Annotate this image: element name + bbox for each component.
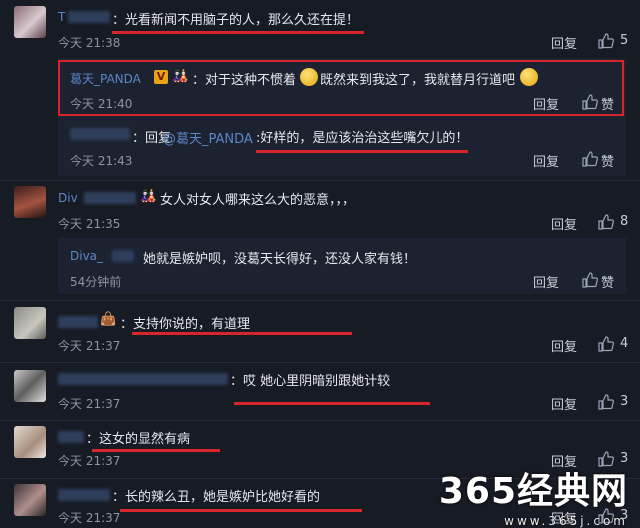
subreply-text: ：对于这种不惯着 [192, 73, 297, 88]
red-underline [256, 150, 468, 153]
like-count: 5 [620, 33, 629, 48]
divider [0, 300, 640, 301]
avatar[interactable] [14, 307, 46, 339]
subreply-time: 今天 21:43 [70, 154, 133, 168]
blurred-username [84, 192, 136, 204]
thumbs-up-icon[interactable] [582, 151, 598, 167]
blurred-username [58, 373, 228, 385]
thumbs-up-icon[interactable] [598, 394, 614, 410]
reply-button[interactable]: 回复 [533, 151, 559, 170]
avatar[interactable] [14, 6, 46, 38]
thumbs-up-icon[interactable] [582, 94, 598, 110]
reply-button[interactable]: 回复 [551, 336, 577, 355]
subreply-username[interactable]: 葛天_PANDA [70, 70, 141, 87]
like-button[interactable]: 赞 [601, 151, 614, 170]
comment-time: 今天 21:35 [58, 217, 121, 231]
reply-button[interactable]: 回复 [551, 394, 577, 413]
username[interactable]: T [58, 10, 65, 24]
like-count: 4 [620, 336, 629, 351]
thumbs-up-icon[interactable] [598, 33, 614, 49]
thumbs-up-icon[interactable] [598, 336, 614, 352]
reply-button[interactable]: 回复 [551, 33, 577, 52]
comment-text: ：光看新闻不用脑子的人，那么久还在提！ [112, 13, 360, 28]
member-badge-icon: 🎎 [140, 189, 157, 204]
divider [0, 362, 640, 363]
reply-button[interactable]: 回复 [551, 214, 577, 233]
avatar[interactable] [14, 426, 46, 458]
watermark: 365经典网 www.365j.com [439, 462, 628, 528]
comment-text: ：长的辣么丑，她是嫉妒比她好看的 [112, 490, 321, 505]
reply-button[interactable]: 回复 [533, 272, 559, 291]
like-count: 3 [620, 394, 629, 409]
comment-text: 女人对女人哪来这么大的恶意，，， [160, 193, 356, 208]
comment-time: 今天 21:38 [58, 36, 121, 50]
subreply-time: 54分钟前 [70, 275, 122, 289]
blurred-username [112, 250, 134, 262]
blurred-username [58, 489, 110, 501]
mention-link[interactable]: @葛天_PANDA [163, 128, 253, 147]
comment-time: 今天 21:37 [58, 511, 121, 525]
red-underline [132, 332, 352, 335]
red-underline [234, 402, 430, 405]
member-badge-icon: 👜 [100, 312, 117, 327]
subreply-text: 她就是嫉妒呗，没葛天长得好，还没人家有钱！ [143, 252, 417, 267]
comment-time: 今天 21:37 [58, 397, 121, 411]
divider [0, 180, 640, 181]
username[interactable]: Div [58, 191, 78, 205]
member-badge-icon: 🎎 [172, 69, 189, 84]
thumbs-up-icon[interactable] [598, 214, 614, 230]
comment-time: 今天 21:37 [58, 339, 121, 353]
avatar[interactable] [14, 186, 46, 218]
verified-badge: V [154, 70, 168, 84]
watermark-title: 365经典网 [438, 471, 628, 512]
comment-text: ：哎 她心里阴暗别跟她计较 [230, 374, 391, 389]
subreply-text: :好样的，是应该治治这些嘴欠儿的！ [256, 131, 469, 146]
thumbs-up-icon[interactable] [582, 272, 598, 288]
comment-time: 今天 21:37 [58, 454, 121, 468]
subreply-time: 今天 21:40 [70, 97, 133, 111]
comment-text: ：支持你说的，有道理 [120, 317, 251, 332]
reply-button[interactable]: 回复 [533, 94, 559, 113]
red-underline [120, 509, 362, 512]
avatar[interactable] [14, 370, 46, 402]
blurred-username [58, 431, 84, 443]
comment-text: ：这女的显然有病 [86, 432, 191, 447]
emoji-face-icon [520, 68, 538, 86]
avatar[interactable] [14, 484, 46, 516]
watermark-url: www.365j.com [504, 514, 628, 528]
blurred-username [70, 128, 130, 140]
red-underline [112, 31, 364, 34]
like-button[interactable]: 赞 [601, 272, 614, 291]
blurred-username [68, 11, 110, 23]
subreply-username[interactable]: Diva_ [70, 249, 103, 263]
like-button[interactable]: 赞 [601, 94, 614, 113]
like-count: 8 [620, 214, 629, 229]
subreply-text-continued: 既然来到我这了，我就替月行道吧 [320, 73, 516, 88]
blurred-username [58, 316, 98, 328]
emoji-face-icon [300, 68, 318, 86]
divider [0, 420, 640, 421]
